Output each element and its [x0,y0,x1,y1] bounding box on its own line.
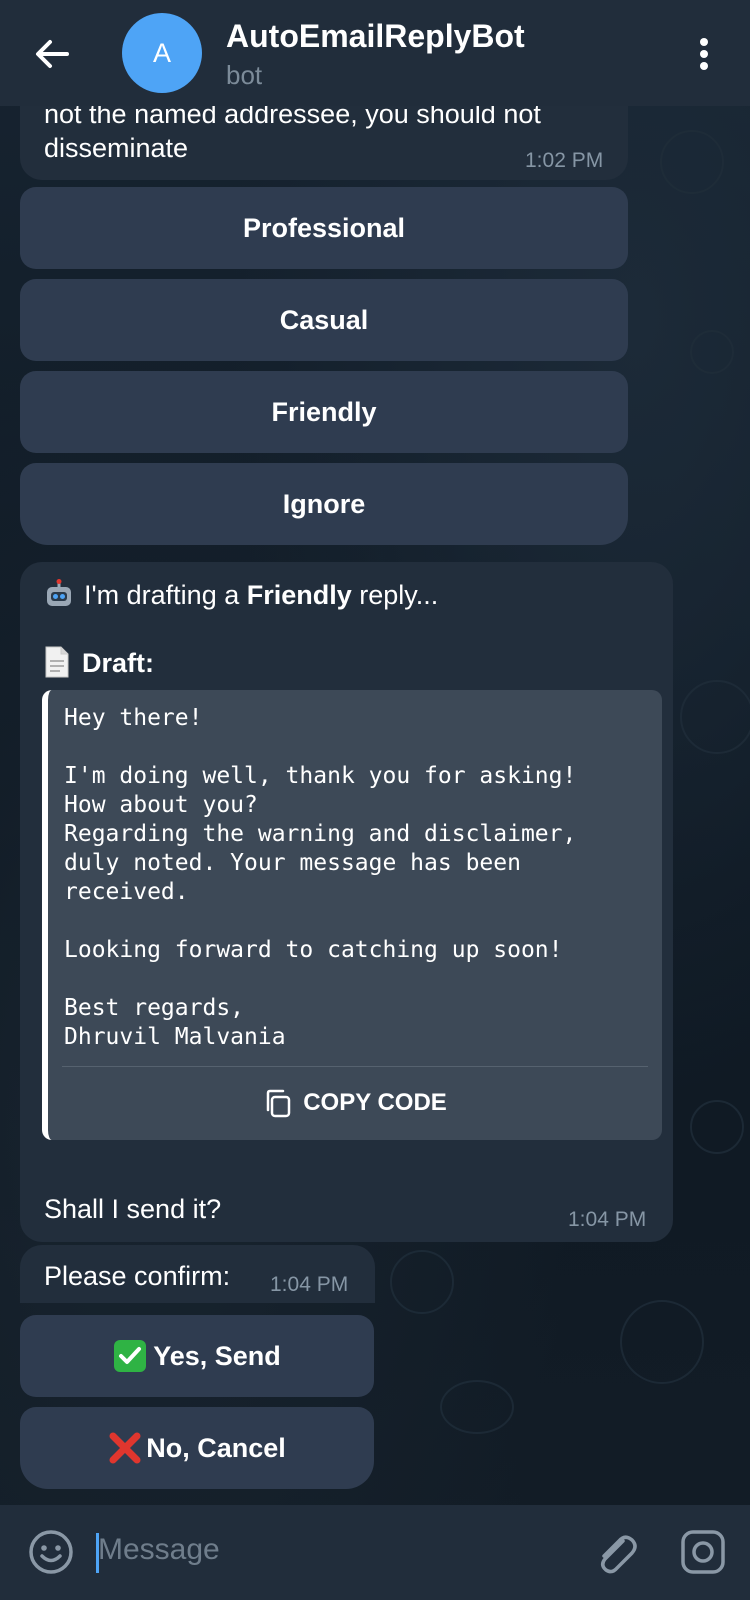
cross-mark-icon [109,1432,141,1464]
confirm-text: Please confirm: [44,1261,231,1291]
background-doodle [690,1100,744,1154]
background-doodle [620,1300,704,1384]
yes-send-button[interactable]: Yes, Send [20,1315,374,1397]
message-bubble-confirm: Please confirm: 1:04 PM [20,1245,375,1303]
chat-subtitle: bot [226,60,263,90]
draft-code-block[interactable]: Hey there! I'm doing well, thank you for… [42,690,662,1140]
chat-title[interactable]: AutoEmailReplyBot [226,18,525,55]
confirm-question: Shall I send it? [44,1194,222,1224]
yes-send-label: Yes, Send [153,1340,281,1371]
tone-button-ignore[interactable]: Ignore [20,463,628,545]
background-doodle [680,680,750,754]
code-divider [62,1066,648,1067]
paperclip-icon [601,1535,637,1574]
avatar[interactable]: A [122,13,202,93]
chat-header: A AutoEmailReplyBot bot [0,0,750,106]
draft-intro: I'm drafting a Friendly reply... [44,578,438,612]
draft-intro-prefix: I'm drafting a [84,580,247,610]
message-time: 1:04 PM [568,1208,647,1231]
camera-button[interactable] [680,1529,726,1575]
tone-button-friendly[interactable]: Friendly [20,371,628,453]
message-input-bar: Message [0,1505,750,1600]
draft-label-row: Draft: [44,646,154,680]
avatar-letter: A [152,37,171,68]
draft-label: Draft: [82,648,154,678]
attach-button[interactable] [590,1527,640,1577]
message-input[interactable]: Message [98,1533,220,1567]
menu-dot [700,62,708,70]
no-cancel-button[interactable]: No, Cancel [20,1407,374,1489]
background-doodle [690,330,734,374]
message-time: 1:04 PM [270,1273,349,1296]
message-time: 1:02 PM [525,149,604,172]
back-button[interactable] [28,30,76,78]
camera-icon [681,1530,725,1574]
draft-intro-tone: Friendly [246,580,352,610]
arrow-left-icon [36,40,69,68]
check-mark-icon [114,1340,147,1372]
copy-code-button[interactable]: COPY CODE [48,1068,662,1138]
robot-icon [47,579,71,606]
background-doodle [440,1380,514,1434]
message-text-line: disseminate [44,133,189,163]
copy-code-label: COPY CODE [303,1089,447,1116]
background-doodle [660,130,724,194]
emoji-icon [29,1530,73,1574]
more-menu-button[interactable] [684,34,724,74]
menu-dot [700,50,708,58]
tone-button-professional[interactable]: Professional [20,187,628,269]
draft-code-text[interactable]: Hey there! I'm doing well, thank you for… [64,704,654,1052]
draft-intro-suffix: reply... [351,580,439,610]
more-vertical-icon [700,38,708,46]
tone-button-casual[interactable]: Casual [20,279,628,361]
background-doodle [390,1250,454,1314]
no-cancel-label: No, Cancel [146,1432,286,1463]
document-icon [45,646,69,678]
copy-icon [266,1089,291,1118]
emoji-button[interactable] [28,1529,74,1575]
